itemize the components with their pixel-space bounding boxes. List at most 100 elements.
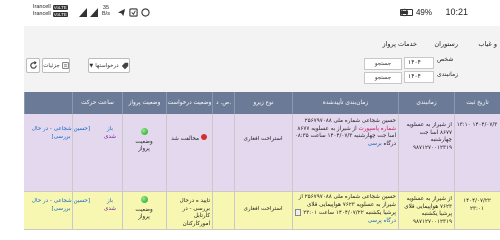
cell-flight-status: وضعیت پرواز [124, 196, 164, 222]
col-header-departure[interactable]: ساعت حرکت [72, 92, 122, 114]
flight-status-icon [140, 196, 148, 203]
col-divider [454, 192, 455, 229]
alarm-icon [400, 8, 409, 17]
badge-open[interactable]: باز [107, 198, 113, 204]
cell-badges: باز شدی [100, 126, 120, 141]
filter-panel: شخص ۱۴۰۴ زمانبندی ۱۴۰۴ جستجو جستجو ▼ درخ… [24, 54, 500, 94]
cell-request-status: تایید ه درحال بررسی - در کارتابل امورکار… [168, 198, 210, 228]
col-divider [166, 114, 167, 191]
cell-departure: [حسین شجاعی - در حال بررسی] [26, 126, 96, 141]
cell-schedule: از شیراز به عسلویه ۷۶۲۳ هواپیمایی قلای پ… [400, 196, 452, 226]
menu-item-attendance[interactable]: و غیاب [478, 40, 497, 48]
departure-text: [حسین شجاعی - در حال بررسی] [31, 126, 91, 140]
col-divider [166, 192, 167, 229]
col-divider [122, 114, 123, 191]
refresh-button[interactable] [26, 58, 40, 73]
col-header-request-status[interactable]: وضعیت درخواست [166, 92, 212, 114]
requests-table: تاریخ ثبت زمانبندی زمان‌بندی تأییدشده نو… [24, 92, 500, 230]
col-divider [454, 114, 455, 191]
cell-departure: [حسین شجاعی - در حال بررسی] [26, 198, 96, 213]
badge-open[interactable]: باز [107, 126, 113, 132]
details-label: جزئیات [43, 62, 60, 69]
col-header-date[interactable]: تاریخ ثبت [454, 92, 500, 114]
cell-schedule: از شیراز به عسلویه ۸۶۷۷ اسا جت چهارشنبه … [400, 122, 453, 152]
requests-dropdown-button[interactable]: ▼ درخواستها [88, 58, 130, 73]
cell-request-status: مخالفت شد [168, 134, 210, 144]
col-header-type[interactable]: نوع زیرو [234, 92, 292, 114]
passport-link[interactable]: شماره پاسپورت [358, 126, 396, 132]
col-divider [234, 192, 235, 229]
col-header-approved-schedule[interactable]: زمان‌بندی تأییدشده [292, 92, 398, 114]
attachment-icon[interactable] [295, 209, 302, 217]
cell-date: ۱۴۰۴/۰۷/۲۲ ۲۳:۰۱ [463, 198, 491, 212]
rejected-status-icon [200, 134, 207, 140]
filter-label-person: شخص [437, 56, 454, 63]
col-divider [234, 114, 235, 191]
speed-unit: B/s [102, 11, 110, 17]
col-divider [398, 114, 399, 191]
col-divider [292, 192, 293, 229]
col-divider [212, 192, 213, 229]
approved-name: حسین شجاعی شماره ملی ۲۵۶۷۹۷۰۸۸ [304, 118, 396, 124]
menu-bar: و غیاب رستوران خدمات پرواز [24, 37, 500, 51]
app-icon [141, 8, 150, 17]
screen-left-margin [0, 0, 24, 230]
signal-icon [79, 8, 87, 17]
battery-level: 49% [415, 8, 432, 17]
col-divider [292, 114, 293, 191]
col-header-flight-status[interactable]: وضعیت پرواز [122, 92, 166, 114]
table-row[interactable]: ۱۴۰۴/۰۷/۲۲ ۲۳:۰۱ از شیراز به عسلویه ۷۶۲۳… [24, 192, 500, 230]
col-divider [212, 114, 213, 191]
document-icon [62, 62, 69, 69]
approved-user: برسی [367, 140, 382, 147]
flight-status-label: وضعیت [135, 206, 153, 213]
schedule-text: از شیراز به عسلویه ۷۶۲۳ هواپیمایی قلای پ… [404, 196, 452, 225]
menu-item-restaurant[interactable]: رستوران [434, 40, 458, 48]
volte-badge: VoLTE [52, 4, 68, 11]
table-header: تاریخ ثبت زمانبندی زمان‌بندی تأییدشده نو… [24, 92, 500, 114]
telegram-icon [117, 8, 126, 17]
carrier-2: Irancell [33, 11, 51, 17]
search-button-2[interactable]: جستجو [364, 72, 402, 84]
col-header-schedule[interactable]: زمانبندی [398, 92, 454, 114]
refresh-icon [29, 61, 37, 69]
volte-badge-2: VoLTE [52, 11, 68, 18]
clock: 10:21 [445, 7, 468, 17]
notification-icon [129, 8, 138, 17]
schedule-text: از شیراز به عسلویه ۸۶۷۷ اسا جت چهارشنبه … [406, 122, 453, 151]
menu-item-flight-services[interactable]: خدمات پرواز [382, 40, 417, 48]
dropdown-arrow-icon: ▼ [89, 62, 94, 69]
network-speed: 35 B/s [102, 5, 110, 17]
badge-done[interactable]: شدی [104, 134, 116, 140]
request-status-text: مخالفت شد [171, 136, 199, 142]
requests-label: درخواستها [95, 62, 119, 69]
departure-text: [حسین شجاعی - در حال بررسی] [31, 198, 91, 212]
col-header-sd[interactable]: ص. د. [212, 92, 234, 114]
cell-type: استراحت افغاری [243, 206, 283, 212]
cell-date: ۱۴۰۴/۰۷/۳ ۱۳:۱۰ [456, 122, 498, 128]
cell-flight-status: وضعیت پرواز [124, 128, 164, 154]
col-header-empty [24, 92, 72, 114]
cell-approved-schedule: حسین شجاعی شماره ملی ۲۵۶۷۹۷۰۸۸ از شیراز … [294, 194, 396, 225]
schedule-field[interactable]: ۱۴۰۴ [404, 71, 434, 83]
person-field-value: ۱۴۰۴ [408, 59, 421, 66]
person-field[interactable]: ۱۴۰۴ [404, 57, 434, 69]
status-bar: Irancell VoLTE Irancell VoLTE 35 B/s 49% 1… [0, 0, 500, 26]
flight-status-label-2: پرواز [138, 214, 150, 221]
tag-icon [121, 62, 128, 69]
details-button[interactable]: جزئیات [42, 58, 70, 73]
flight-status-label-2: پرواز [138, 146, 150, 153]
badge-done[interactable]: شدی [104, 206, 116, 212]
flight-status-label: وضعیت [135, 138, 153, 145]
schedule-field-value: ۱۴۰۴ [408, 73, 421, 80]
carrier-1: Irancell [33, 4, 51, 10]
col-divider [122, 192, 123, 229]
cell-type: استراحت افغاری [243, 136, 283, 142]
approved-name: حسین شجاعی شماره ملی ۲۵۶۷۹۷۰۸۸ [304, 194, 396, 200]
filter-label-schedule: زمانبندی [437, 71, 459, 78]
request-status-text: تایید ه [195, 198, 210, 204]
table-row[interactable]: ۱۴۰۴/۰۷/۳ ۱۳:۱۰ از شیراز به عسلویه ۸۶۷۷ … [24, 114, 500, 192]
search-button-1[interactable]: جستجو [364, 58, 402, 70]
col-divider [398, 192, 399, 229]
approved-user: درگاه پرسی [367, 217, 396, 224]
